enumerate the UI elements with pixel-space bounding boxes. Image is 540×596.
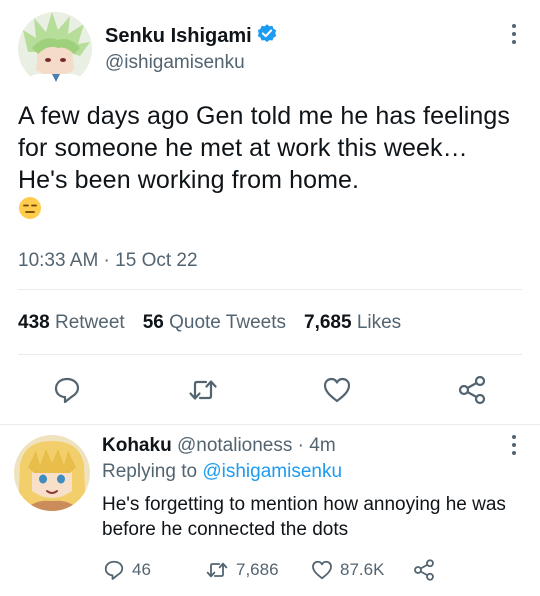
reply-share-button[interactable] (412, 558, 436, 582)
reply-tweet[interactable]: Kohaku @notalioness · 4m Replying to @is… (0, 425, 540, 596)
reply-time[interactable]: 4m (309, 435, 335, 456)
quote-stat[interactable]: 56 Quote Tweets (143, 312, 286, 334)
display-name[interactable]: Senku Ishigami (105, 22, 278, 50)
like-count: 7,685 (304, 312, 352, 333)
retweet-icon[interactable] (187, 374, 219, 406)
tweet-stats: 438 Retweet 56 Quote Tweets 7,685 Likes (18, 312, 401, 334)
reply-reply-button[interactable]: 46 (102, 558, 151, 582)
kohaku-avatar[interactable] (14, 435, 90, 511)
replying-to-link[interactable]: @ishigamisenku (202, 461, 342, 482)
reply-like-button[interactable]: 87.6K (310, 558, 384, 582)
reply-like-count: 87.6K (340, 560, 385, 579)
divider (18, 289, 522, 290)
share-icon[interactable] (456, 374, 488, 406)
reply-more-options-icon[interactable] (510, 435, 518, 457)
verified-badge-icon (256, 22, 278, 50)
handle[interactable]: @ishigamisenku (105, 52, 245, 74)
main-tweet: Senku Ishigami @ishigamisenku A few days… (0, 0, 540, 424)
tweet-text: A few days ago Gen told me he has feelin… (18, 102, 511, 194)
reply-display-name[interactable]: Kohaku (102, 435, 172, 456)
reply-header: Kohaku @notalioness · 4m (102, 435, 336, 457)
like-icon[interactable] (321, 374, 353, 406)
like-stat[interactable]: 7,685 Likes (304, 312, 401, 334)
divider (18, 354, 522, 355)
replying-to: Replying to @ishigamisenku (102, 461, 342, 483)
reply-handle[interactable]: @notalioness (177, 435, 292, 456)
reply-icon (104, 560, 124, 580)
tweet-timestamp[interactable]: 10:33 AM · 15 Oct 22 (18, 250, 198, 272)
replying-prefix: Replying to (102, 461, 203, 482)
reply-separator: · (292, 435, 310, 456)
retweet-icon (206, 562, 228, 578)
share-icon (414, 559, 434, 581)
reply-icon[interactable] (51, 374, 83, 406)
retweet-stat[interactable]: 438 Retweet (18, 312, 125, 334)
like-icon (312, 560, 332, 580)
retweet-count: 438 (18, 312, 50, 333)
meta-separator: · (98, 250, 116, 271)
like-label: Likes (356, 312, 402, 333)
tweet-time: 10:33 AM (18, 250, 99, 271)
reply-retweet-count: 7,686 (236, 560, 279, 579)
tweet-date: 15 Oct 22 (115, 250, 198, 271)
expressionless-face-icon (18, 196, 42, 220)
display-name-text: Senku Ishigami (105, 24, 252, 47)
senku-avatar[interactable] (18, 12, 92, 86)
reply-reply-count: 46 (132, 560, 151, 579)
more-options-icon[interactable] (510, 24, 518, 46)
retweet-label: Retweet (54, 312, 125, 333)
reply-text: He's forgetting to mention how annoying … (102, 494, 506, 540)
reply-retweet-button[interactable]: 7,686 (204, 558, 279, 582)
quote-count: 56 (142, 312, 164, 333)
quote-label: Quote Tweets (169, 312, 286, 333)
